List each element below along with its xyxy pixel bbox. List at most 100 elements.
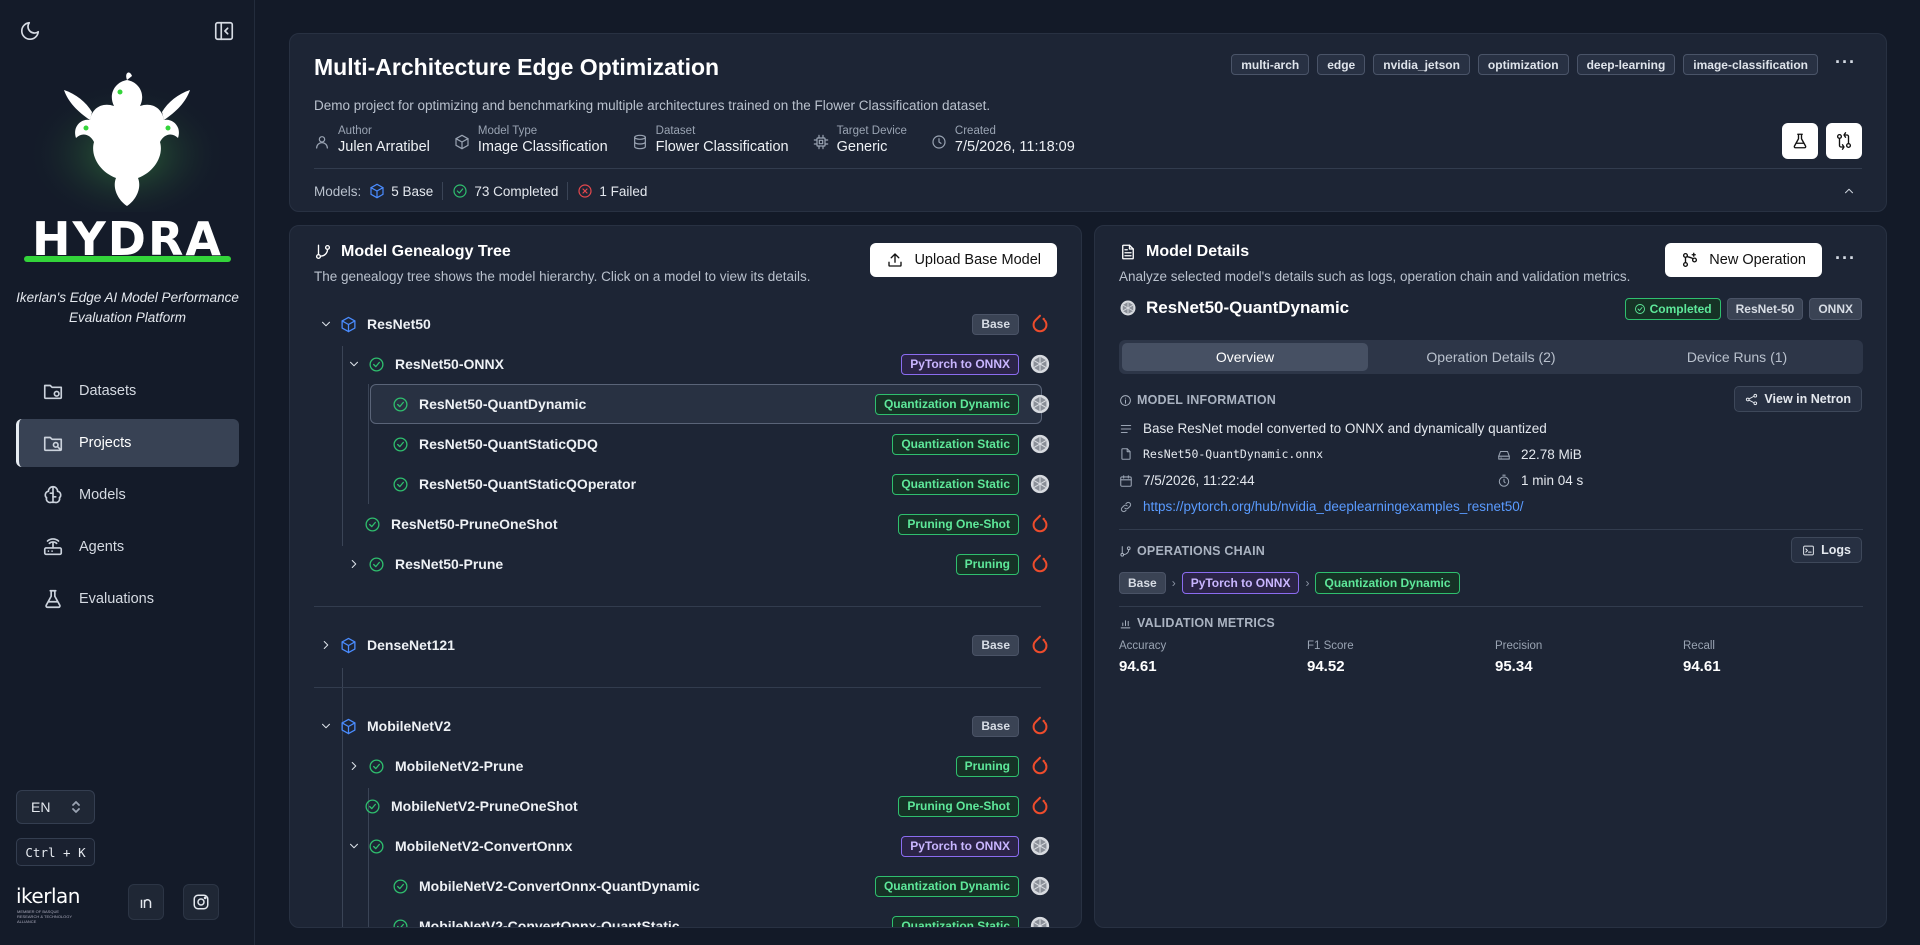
operation-badge: Base [972, 715, 1019, 737]
details-more-menu-icon[interactable]: ··· [1835, 248, 1856, 269]
check-circle-icon [453, 184, 467, 198]
selected-model-badges: Completed ResNet-50 ONNX [1624, 298, 1862, 320]
check-circle-icon [369, 758, 384, 774]
sidebar-item-agents[interactable]: Agents [16, 523, 239, 571]
linkedin-icon[interactable] [128, 884, 164, 920]
operation-badge: Pruning One-Shot [898, 795, 1019, 817]
link-icon [1120, 501, 1132, 512]
timer-icon [1498, 474, 1510, 487]
onnx-icon [1030, 916, 1050, 927]
sidebar-item-datasets[interactable]: Datasets [16, 367, 239, 415]
tab-device-runs[interactable]: Device Runs (1) [1614, 343, 1860, 371]
chevron-right-icon[interactable] [347, 557, 361, 571]
sidebar-item-models[interactable]: Models [16, 471, 239, 519]
models-icon [44, 485, 62, 504]
sidebar-item-projects[interactable]: Projects [16, 419, 239, 467]
tree-title-text: Model Genealogy Tree [341, 243, 511, 260]
project-tag[interactable]: deep-learning [1576, 54, 1676, 75]
tree-row-selected[interactable]: ResNet50-QuantDynamic Quantization Dynam… [314, 384, 1059, 424]
new-operation-label: New Operation [1709, 252, 1806, 268]
selected-model-name: ResNet50-QuantDynamic [1146, 298, 1350, 317]
selected-model-header: ResNet50-QuantDynamic [1119, 298, 1349, 318]
tree-row-base[interactable]: MobileNetV2 Base [314, 706, 1059, 746]
onnx-icon [1030, 434, 1050, 454]
model-name: ResNet50 [367, 316, 431, 332]
pytorch-icon [1032, 635, 1048, 654]
tree-row[interactable]: ResNet50-Prune Pruning [314, 544, 1059, 584]
tree-row[interactable]: ResNet50-QuantStaticQOperator Quantizati… [314, 464, 1059, 504]
tab-overview[interactable]: Overview [1122, 343, 1368, 371]
tree-row-base[interactable]: ResNet50 Base [314, 304, 1059, 344]
base-count: 5 Base [369, 183, 433, 199]
chevron-right-icon[interactable] [347, 759, 361, 773]
tree-row[interactable]: MobileNetV2-ConvertOnnx-QuantDynamic Qua… [314, 866, 1059, 906]
chevron-right-icon[interactable] [319, 638, 333, 652]
meta-created: Created 7/5/2026, 11:18:09 [931, 124, 1075, 156]
pytorch-icon [1032, 756, 1048, 775]
pytorch-icon [1032, 796, 1048, 815]
project-tag[interactable]: image-classification [1683, 54, 1818, 75]
evaluate-project-button[interactable] [1782, 123, 1818, 159]
operation-badge: Pruning One-Shot [898, 513, 1019, 535]
tree-row-base[interactable]: DenseNet121 Base [314, 625, 1059, 665]
meta-label: Model Type [477, 125, 538, 137]
tree-row[interactable]: MobileNetV2-ConvertOnnx-QuantStatic Quan… [314, 906, 1059, 928]
metric-f1-score: F1 Score 94.52 [1307, 640, 1354, 675]
compare-models-button[interactable] [1826, 123, 1862, 159]
check-circle-icon [369, 838, 384, 854]
check-circle-icon [393, 396, 408, 412]
logs-button[interactable]: Logs [1791, 537, 1862, 563]
details-subtitle: Analyze selected model's details such as… [1119, 269, 1631, 284]
instagram-icon[interactable] [183, 884, 219, 920]
language-select[interactable]: EN [16, 790, 95, 824]
meta-model-type: Model Type Image Classification [454, 124, 608, 156]
project-tag[interactable]: edge [1317, 54, 1366, 75]
tree-row[interactable]: MobileNetV2-Prune Pruning [314, 746, 1059, 786]
ikerlan-logo[interactable]: ikerlan [16, 884, 80, 908]
operation-badge: PyTorch to ONNX [901, 835, 1019, 857]
failed-count-text: 1 Failed [599, 183, 648, 199]
git-branch-icon [315, 244, 331, 260]
operation-badge: Quantization Static [892, 915, 1019, 927]
terminal-icon [1803, 545, 1815, 555]
project-tag[interactable]: multi-arch [1231, 54, 1310, 75]
tree-row[interactable]: MobileNetV2-PruneOneShot Pruning One-Sho… [314, 786, 1059, 826]
info-icon [1120, 394, 1131, 406]
tree-row[interactable]: ResNet50-PruneOneShot Pruning One-Shot [314, 504, 1059, 544]
chevron-down-icon[interactable] [347, 357, 361, 371]
check-circle-icon [393, 878, 408, 894]
project-tag[interactable]: nvidia_jetson [1373, 54, 1470, 75]
model-name: MobileNetV2-ConvertOnnx-QuantStatic [419, 918, 680, 928]
chevron-down-icon[interactable] [319, 317, 333, 331]
tree-row[interactable]: MobileNetV2-ConvertOnnx PyTorch to ONNX [314, 826, 1059, 866]
chain-step: Base [1119, 572, 1166, 594]
view-in-netron-label: View in Netron [1764, 392, 1851, 406]
platform-tagline: Ikerlan's Edge AI Model Performance Eval… [16, 290, 239, 325]
git-branch-icon [1120, 545, 1131, 557]
model-description-text: Base ResNet model converted to ONNX and … [1143, 421, 1547, 436]
check-circle-icon [369, 556, 384, 572]
pytorch-icon [1032, 314, 1048, 333]
flask-icon [1793, 133, 1807, 149]
tree-row[interactable]: ResNet50-ONNX PyTorch to ONNX [314, 344, 1059, 384]
view-in-netron-button[interactable]: View in Netron [1734, 386, 1862, 412]
sidebar-item-evaluations[interactable]: Evaluations [16, 575, 239, 623]
moon-icon[interactable] [17, 18, 43, 44]
completed-count: 73 Completed [452, 183, 558, 199]
project-more-menu-icon[interactable]: ··· [1835, 52, 1856, 73]
tree-row[interactable]: ResNet50-QuantStaticQDQ Quantization Sta… [314, 424, 1059, 464]
command-shortcut[interactable]: Ctrl + K [16, 838, 95, 866]
tab-operation-details[interactable]: Operation Details (2) [1368, 343, 1614, 371]
model-url-link[interactable]: https://pytorch.org/hub/nvidia_deeplearn… [1143, 499, 1524, 514]
chevron-down-icon[interactable] [347, 839, 361, 853]
cube-icon [370, 183, 384, 199]
metric-value: 94.61 [1683, 658, 1721, 675]
chevron-up-icon[interactable] [1842, 184, 1856, 198]
collapse-sidebar-icon[interactable] [211, 18, 237, 44]
new-operation-button[interactable]: New Operation [1665, 243, 1822, 277]
sidebar-nav: Datasets Projects Models Agents Evaluati… [16, 367, 239, 627]
project-tag[interactable]: optimization [1477, 54, 1569, 75]
upload-base-model-button[interactable]: Upload Base Model [870, 243, 1057, 277]
chevron-down-icon[interactable] [319, 719, 333, 733]
model-name: ResNet50-QuantStaticQOperator [419, 476, 637, 492]
